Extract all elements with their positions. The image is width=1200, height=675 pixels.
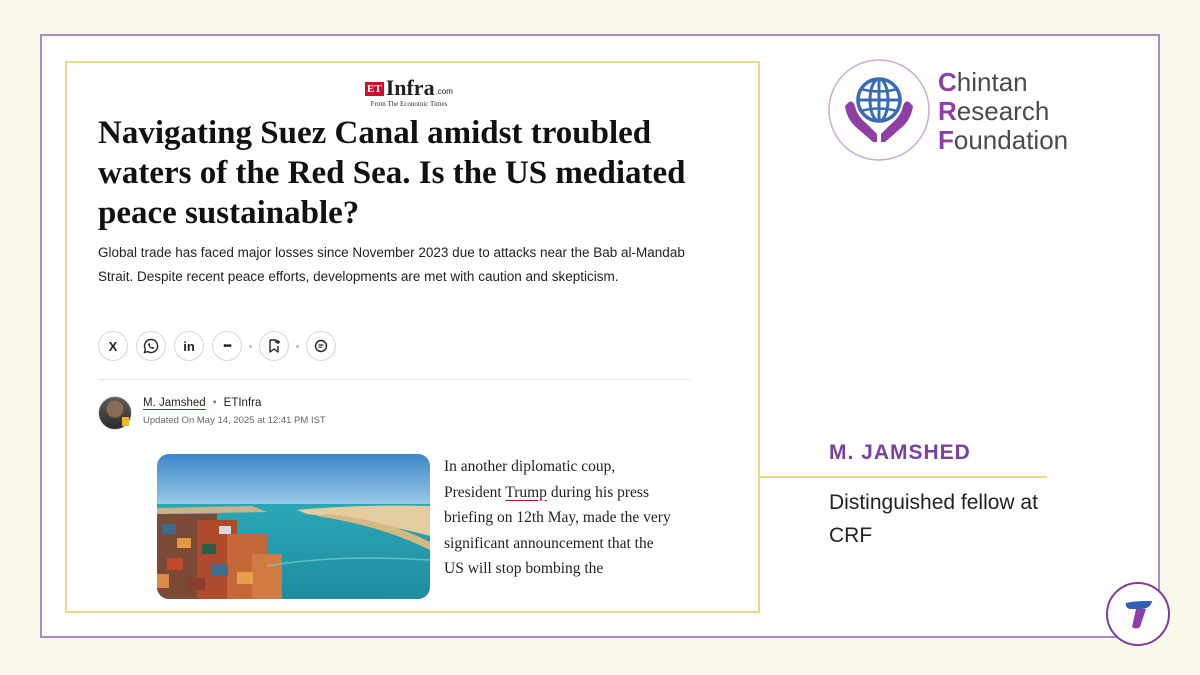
- byline-divider: [98, 379, 690, 380]
- crf-line-research: Research: [938, 96, 1050, 126]
- etinfra-logo[interactable]: ET Infra .com From The Economic Times: [365, 77, 453, 108]
- article-screenshot-card: ET Infra .com From The Economic Times Na…: [65, 61, 760, 613]
- suez-canal-photo: [157, 454, 430, 599]
- logo-tagline: From The Economic Times: [370, 100, 448, 108]
- share-linkedin-button[interactable]: in: [174, 331, 204, 361]
- toolbar-separator-2: [296, 344, 299, 348]
- article-body-text: In another diplomatic coup, President Tr…: [444, 454, 674, 582]
- byline-separator: •: [212, 397, 217, 409]
- avatar-badge: [122, 417, 129, 426]
- toolbar-separator: [249, 344, 252, 348]
- et-logo-badge: ET: [365, 82, 384, 96]
- byline: M. Jamshed • ETInfra: [143, 397, 261, 409]
- comment-button[interactable]: [306, 331, 336, 361]
- share-whatsapp-button[interactable]: [136, 331, 166, 361]
- more-icon: •••: [223, 340, 231, 352]
- updated-timestamp: Updated On May 14, 2025 at 12:41 PM IST: [143, 415, 326, 426]
- featured-author-title: Distinguished fellow at CRF: [829, 491, 1038, 547]
- more-options-button[interactable]: •••: [212, 331, 242, 361]
- crf-line-foundation: Foundation: [938, 125, 1069, 155]
- article-headline: Navigating Suez Canal amidst troubled wa…: [98, 115, 686, 231]
- article-summary: Global trade has faced major losses sinc…: [98, 245, 685, 284]
- comment-icon: [314, 339, 328, 353]
- publication-name: ETInfra: [223, 397, 262, 409]
- infra-logo-text: Infra: [385, 75, 435, 100]
- bookmark-add-icon: [269, 339, 280, 353]
- crf-line-chintan: Chintan: [938, 67, 1028, 97]
- trump-link[interactable]: Trump: [505, 484, 547, 501]
- globe-in-hands-icon: [828, 59, 930, 161]
- whatsapp-icon: [143, 338, 159, 354]
- x-icon: X: [108, 338, 118, 354]
- logo-dotcom: .com: [435, 87, 453, 96]
- bookmark-button[interactable]: [259, 331, 289, 361]
- share-x-button[interactable]: X: [98, 331, 128, 361]
- author-connector-line: [760, 476, 1047, 478]
- author-link[interactable]: M. Jamshed: [143, 397, 206, 409]
- linkedin-icon: in: [183, 338, 195, 354]
- featured-author-name: M. JAMSHED: [829, 441, 971, 464]
- crf-wordmark: Chintan Research Foundation: [938, 68, 1068, 155]
- brand-mark[interactable]: [1106, 582, 1170, 646]
- brand-logo-icon: [1125, 601, 1152, 629]
- share-toolbar: X in •••: [98, 331, 344, 361]
